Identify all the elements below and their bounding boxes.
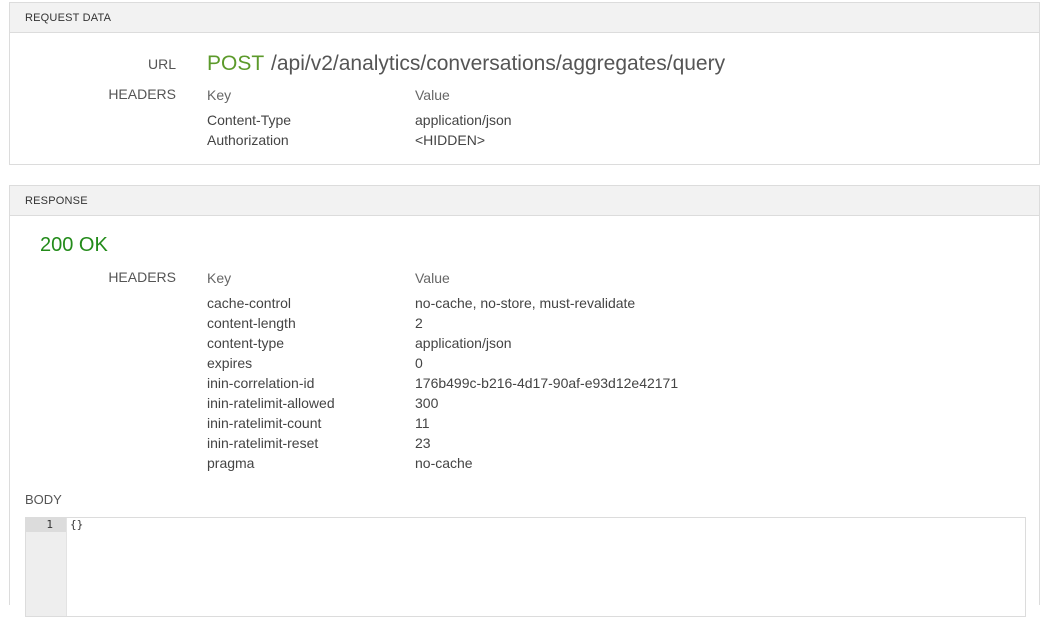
response-body-editor[interactable]: 1 {} <box>25 517 1026 617</box>
response-header: RESPONSE <box>10 186 1039 216</box>
response-header-key: expires <box>207 355 253 371</box>
url-label: URL <box>147 56 176 72</box>
response-header-key: inin-ratelimit-reset <box>207 435 319 451</box>
request-header-key: Authorization <box>207 132 289 148</box>
response-header-key: pragma <box>207 455 255 471</box>
response-status: 200 OK <box>40 234 108 256</box>
response-header-value: no-cache, no-store, must-revalidate <box>415 295 636 311</box>
response-header-key: inin-ratelimit-count <box>207 415 322 431</box>
response-header-value: 23 <box>415 435 431 451</box>
request-key-column-header: Key <box>207 87 232 103</box>
request-method: POST <box>207 52 265 75</box>
response-header-value: 2 <box>415 315 423 331</box>
response-header-key: content-type <box>207 335 285 351</box>
response-header-value: application/json <box>415 335 512 351</box>
body-label: BODY <box>25 492 62 507</box>
response-header-value: 300 <box>415 395 439 411</box>
editor-gutter: 1 <box>26 518 67 616</box>
request-data-header: REQUEST DATA <box>10 3 1039 33</box>
request-header-key: Content-Type <box>207 112 292 128</box>
response-headers-label: HEADERS <box>108 269 176 285</box>
response-header-value: 176b499c-b216-4d17-90af-e93d12e42171 <box>415 375 679 391</box>
request-headers-label: HEADERS <box>108 86 176 102</box>
response-value-column-header: Value <box>415 270 450 286</box>
response-header-key: content-length <box>207 315 296 331</box>
response-body-code[interactable]: {} <box>70 518 83 532</box>
response-header-value: 0 <box>415 355 423 371</box>
line-number: 1 <box>26 518 66 532</box>
response-header-key: cache-control <box>207 295 292 311</box>
response-header-value: no-cache <box>415 455 473 471</box>
request-data-panel: REQUEST DATA URL POST /api/v2/analytics/… <box>9 2 1040 165</box>
request-value-column-header: Value <box>415 87 450 103</box>
response-header-value: 11 <box>415 415 430 431</box>
request-path[interactable]: /api/v2/analytics/conversations/aggregat… <box>271 52 725 76</box>
request-header-value: <HIDDEN> <box>415 132 486 148</box>
response-header-key: inin-correlation-id <box>207 375 315 391</box>
response-panel: RESPONSE 200 OK HEADERS Key Value cache-… <box>9 185 1040 617</box>
request-header-value: application/json <box>415 112 512 128</box>
response-key-column-header: Key <box>207 270 232 286</box>
response-header-key: inin-ratelimit-allowed <box>207 395 335 411</box>
